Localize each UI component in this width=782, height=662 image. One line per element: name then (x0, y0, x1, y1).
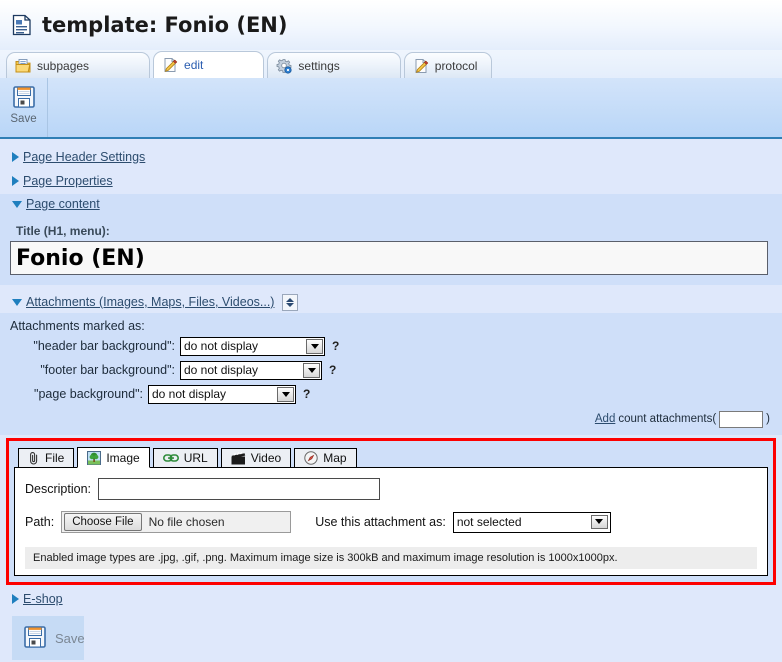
section-eshop[interactable]: E-shop (0, 588, 782, 610)
section-attachments-label[interactable]: Attachments (Images, Maps, Files, Videos… (26, 295, 274, 309)
section-page-content[interactable]: Page content (0, 194, 782, 214)
page-background-select[interactable]: do not display (148, 384, 296, 404)
tab-subpages-label: subpages (37, 58, 90, 73)
chevron-right-icon (12, 175, 19, 186)
app-window: template: Fonio (EN) subpages edit setti… (0, 0, 782, 662)
paperclip-icon (30, 452, 38, 465)
footer-save-label: Save (55, 630, 85, 646)
description-label: Description: (25, 482, 91, 496)
use-attachment-as-select[interactable]: not selected (452, 511, 611, 533)
attachment-tab-url-label: URL (183, 451, 208, 465)
attachment-tab-file[interactable]: File (18, 448, 75, 468)
section-page-header-settings[interactable]: Page Header Settings (0, 146, 782, 167)
no-file-chosen-label: No file chosen (148, 515, 225, 529)
section-eshop-label[interactable]: E-shop (23, 592, 63, 606)
chevron-down-icon (12, 200, 22, 208)
title-field-label: Title (H1, menu): (16, 224, 110, 238)
section-page-header-settings-label[interactable]: Page Header Settings (23, 150, 145, 164)
tree-picture-icon (87, 450, 102, 465)
description-input[interactable] (98, 478, 380, 500)
footer-save-button[interactable]: Save (12, 616, 85, 660)
use-attachment-as-select-wrap[interactable]: not selected (452, 511, 611, 533)
attachment-tab-map-label: Map (323, 451, 347, 465)
path-label: Path: (25, 515, 55, 529)
add-attachments-link[interactable]: Add (595, 413, 615, 425)
add-attachments-row: Add count attachments( ) (0, 407, 782, 431)
attachments-marked-label: Attachments marked as: (10, 319, 145, 333)
image-restrictions-hint: Enabled image types are .jpg, .gif, .png… (25, 546, 757, 569)
chevron-right-icon (12, 594, 19, 604)
attachment-tab-file-label: File (45, 451, 65, 465)
chevron-down-icon (12, 298, 22, 306)
attachment-role-row: "footer bar background": do not display … (0, 359, 782, 381)
page-title: template: Fonio (EN) (42, 13, 288, 37)
attachment-type-tabs: File Image URL Video Map (14, 446, 768, 468)
title-input[interactable] (10, 241, 768, 275)
attachment-tab-image[interactable]: Image (77, 447, 150, 468)
use-attachment-as-label: Use this attachment as: (315, 515, 446, 529)
compass-icon (304, 451, 318, 465)
chain-link-icon (162, 454, 179, 462)
tab-settings-label: settings (298, 58, 340, 73)
description-row: Description: (25, 478, 757, 500)
tab-edit-label: edit (184, 58, 204, 72)
attachment-tab-video[interactable]: Video (220, 448, 292, 468)
gear-icon (276, 58, 293, 74)
attachment-tab-video-label: Video (250, 451, 282, 465)
footer-bar-background-label: "footer bar background": (40, 363, 175, 377)
attachment-role-row: "header bar background": do not display … (0, 335, 782, 357)
attachment-tab-image-label: Image (106, 450, 140, 465)
toolbar-save-label: Save (10, 113, 37, 125)
add-attachments-close-paren: ) (766, 413, 770, 425)
chevron-right-icon (12, 151, 19, 162)
attachment-tab-map[interactable]: Map (294, 448, 357, 468)
section-page-content-label[interactable]: Page content (26, 197, 100, 211)
tab-subpages[interactable]: subpages (6, 52, 151, 78)
attachment-editor-highlight: File Image URL Video Map Description: Pa… (6, 438, 776, 585)
page-background-help[interactable]: ? (303, 387, 310, 401)
header-bar-background-select-wrap[interactable]: do not display (180, 336, 325, 356)
tab-settings[interactable]: settings (267, 52, 401, 78)
page-content-panel: Title (H1, menu): (0, 214, 782, 285)
header-bar-background-label: "header bar background": (33, 339, 175, 353)
header-bar-background-select[interactable]: do not display (180, 336, 325, 356)
footer-bar-background-select-wrap[interactable]: do not display (180, 360, 322, 380)
file-picker[interactable]: Choose File No file chosen (61, 511, 292, 533)
choose-file-button[interactable]: Choose File (64, 513, 142, 531)
attachments-marked-panel: Attachments marked as: "header bar backg… (0, 313, 782, 435)
attachment-tab-url[interactable]: URL (152, 448, 218, 468)
page-background-label: "page background": (34, 387, 143, 401)
main-tab-bar: subpages edit settings protocol (0, 50, 782, 78)
footer-bar-background-select[interactable]: do not display (180, 360, 322, 380)
floppy-disk-icon (22, 624, 48, 653)
pencil-page-icon (413, 58, 429, 74)
page-header: template: Fonio (EN) (0, 0, 782, 50)
tab-edit[interactable]: edit (153, 51, 265, 78)
film-clapper-icon (231, 451, 245, 464)
footer-bar-background-help[interactable]: ? (329, 363, 336, 377)
pencil-page-icon (162, 57, 178, 73)
attachments-count-input[interactable] (719, 410, 764, 428)
folder-icon (15, 58, 31, 74)
path-row: Path: Choose File No file chosen Use thi… (25, 511, 757, 533)
attachment-role-row: "page background": do not display ? (0, 383, 782, 405)
add-attachments-text: count attachments( (618, 413, 717, 425)
section-page-properties[interactable]: Page Properties (0, 170, 782, 191)
toolbar: Save (0, 78, 782, 139)
image-hint-wrap: Enabled image types are .jpg, .gif, .png… (15, 546, 767, 575)
header-bar-background-help[interactable]: ? (332, 339, 339, 353)
toolbar-save-button[interactable]: Save (0, 78, 48, 137)
floppy-disk-icon (11, 84, 37, 110)
tab-protocol[interactable]: protocol (403, 52, 493, 78)
section-page-properties-label[interactable]: Page Properties (23, 174, 113, 188)
document-icon (12, 14, 32, 36)
page-background-select-wrap[interactable]: do not display (148, 384, 296, 404)
tab-protocol-label: protocol (434, 58, 478, 73)
attachment-image-panel: Description: Path: Choose File No file c… (14, 467, 768, 576)
attachments-stepper[interactable] (282, 293, 299, 311)
section-attachments[interactable]: Attachments (Images, Maps, Files, Videos… (0, 291, 782, 313)
